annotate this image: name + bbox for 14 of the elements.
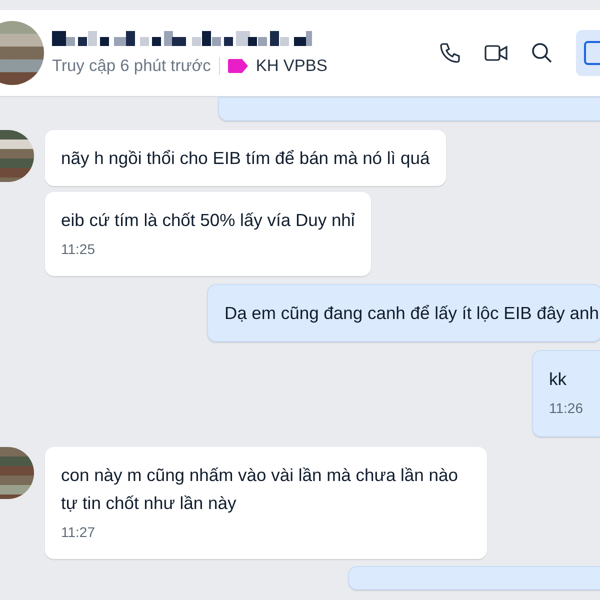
message-time: 11:27 [61,522,96,542]
tag-label[interactable]: KH VPBS [256,54,328,78]
message-time: 11:26 [549,399,584,418]
message-time: 11:25 [61,240,96,259]
message-text: nãy h ngồi thổi cho EIB tím để bán mà nó lì quá [61,147,430,170]
last-seen-text: Truy cập 6 phút trước [52,56,211,77]
message-text: eib cứ tím là chốt 50% lấy vía Duy nhỉ [61,209,355,232]
message-text: kk [549,368,568,392]
message-text: Dạ em cũng đang canh để lấy ít lộc EIB đây anh [224,302,599,326]
message-text: con này m cũng nhấm vào vài lần mà chưa lần nào tự tin chốt như lần này [61,464,459,515]
panel-icon [584,41,600,65]
side-panel-button[interactable] [576,30,600,76]
search-icon[interactable] [530,41,554,65]
phone-icon[interactable] [438,41,462,65]
